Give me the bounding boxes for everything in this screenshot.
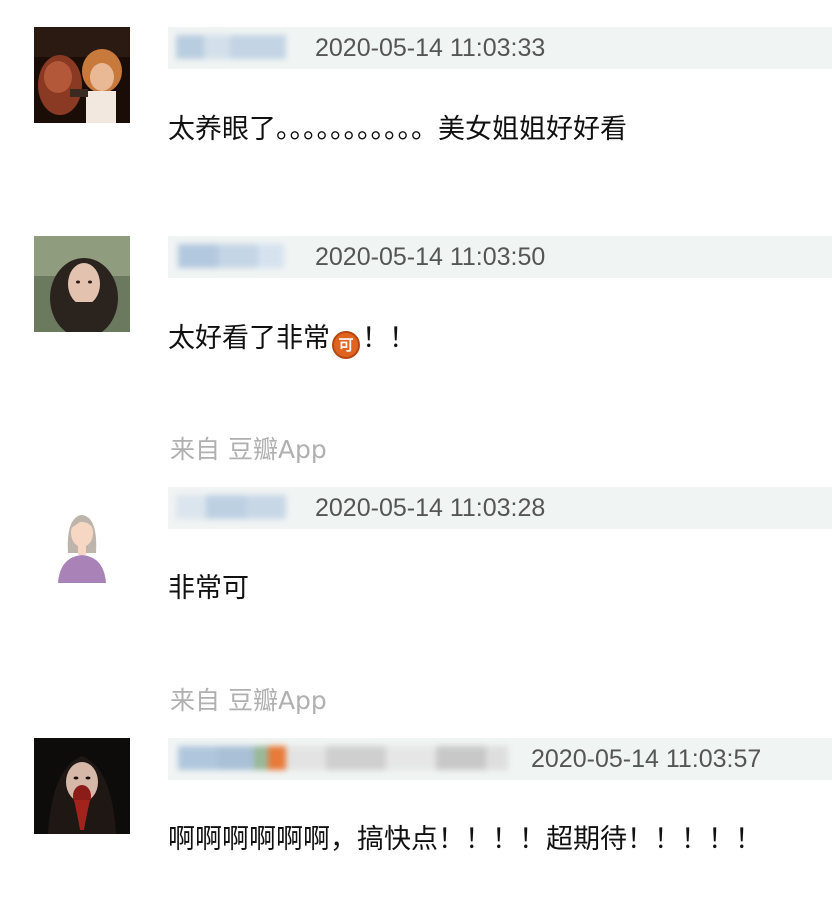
comment-meta-bar: 2020-05-14 11:03:28 xyxy=(168,487,832,529)
comment-text: 太好看了非常可！！ xyxy=(168,316,416,359)
username-blurred[interactable] xyxy=(178,738,508,780)
comment-timestamp: 2020-05-14 11:03:28 xyxy=(315,494,546,522)
emoji-ke-icon: 可 xyxy=(332,331,360,359)
avatar-photo-icon xyxy=(34,27,130,123)
username-blurred[interactable] xyxy=(176,27,286,69)
avatar[interactable] xyxy=(34,27,130,123)
comment-text: 啊啊啊啊啊啊，搞快点！！！！超期待！！！！！ xyxy=(168,824,762,855)
comment-timestamp: 2020-05-14 11:03:50 xyxy=(315,243,546,271)
comment-source: 来自 豆瓣App xyxy=(170,435,327,464)
comment-text: 非常可 xyxy=(168,573,249,604)
comment-source: 来自 豆瓣App xyxy=(170,686,327,715)
avatar-photo-icon xyxy=(34,236,130,332)
avatar[interactable] xyxy=(34,738,130,834)
username-blurred[interactable] xyxy=(176,487,286,529)
comment-text: 太养眼了。。。。。。。。。。。美女姐姐好好看 xyxy=(168,114,627,145)
avatar-illustration-icon xyxy=(34,495,130,591)
comment-text-part: 太好看了非常 xyxy=(168,323,330,354)
comment-timestamp: 2020-05-14 11:03:33 xyxy=(315,34,546,62)
comment-text-part: ！！ xyxy=(362,323,416,354)
username-blurred[interactable] xyxy=(178,236,284,278)
avatar[interactable] xyxy=(34,236,130,332)
comment-meta-bar: 2020-05-14 11:03:50 xyxy=(168,236,832,278)
avatar[interactable] xyxy=(34,495,130,591)
comment-timestamp: 2020-05-14 11:03:57 xyxy=(531,745,762,773)
comment-meta-bar: 2020-05-14 11:03:57 xyxy=(168,738,832,780)
comment-meta-bar: 2020-05-14 11:03:33 xyxy=(168,27,832,69)
avatar-photo-icon xyxy=(34,738,130,834)
